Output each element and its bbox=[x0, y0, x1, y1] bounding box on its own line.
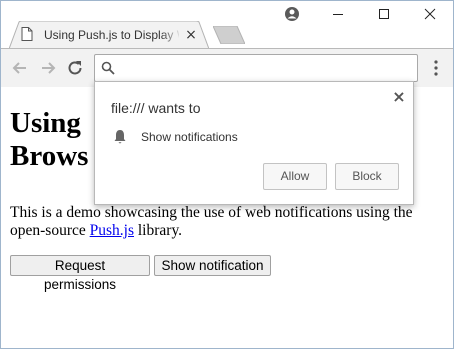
description-text: This is a demo showcasing the use of web… bbox=[10, 204, 413, 239]
profile-icon[interactable] bbox=[282, 4, 302, 24]
maximize-icon[interactable] bbox=[374, 4, 394, 24]
heading-line-1: Using bbox=[10, 107, 81, 139]
permission-label: Show notifications bbox=[141, 130, 238, 144]
document-icon bbox=[21, 27, 33, 41]
allow-button[interactable]: Allow bbox=[263, 163, 327, 190]
notification-permission-prompt: file:/// wants to × Show notifications A… bbox=[94, 81, 414, 205]
show-notification-button[interactable]: Show notification bbox=[154, 255, 271, 276]
address-input[interactable] bbox=[121, 58, 411, 78]
request-permissions-button[interactable]: Request permissions bbox=[10, 255, 150, 292]
prompt-origin-text: file:/// wants to bbox=[111, 100, 201, 116]
menu-dots-icon[interactable] bbox=[429, 59, 443, 77]
tab-close-icon[interactable]: × bbox=[184, 28, 198, 42]
page-description: This is a demo showcasing the use of web… bbox=[10, 204, 440, 240]
title-bar: Using Push.js to Display Web Notificatio… bbox=[1, 1, 453, 49]
heading-line-2: Brows bbox=[10, 140, 89, 172]
browser-window: Using Push.js to Display Web Notificatio… bbox=[0, 0, 454, 349]
bell-icon bbox=[114, 130, 126, 144]
window-close-icon[interactable] bbox=[420, 4, 440, 24]
description-text-end: library. bbox=[134, 222, 183, 239]
tab-title-fade bbox=[161, 25, 181, 45]
forward-arrow-icon[interactable] bbox=[38, 58, 58, 78]
block-button[interactable]: Block bbox=[335, 163, 399, 190]
prompt-close-icon[interactable]: × bbox=[391, 89, 407, 105]
search-icon bbox=[101, 61, 115, 75]
new-tab-button[interactable] bbox=[213, 26, 245, 44]
address-bar[interactable] bbox=[94, 54, 418, 82]
back-arrow-icon[interactable] bbox=[10, 58, 30, 78]
minimize-icon[interactable] bbox=[328, 4, 348, 24]
reload-icon[interactable] bbox=[65, 58, 85, 78]
pushjs-link[interactable]: Push.js bbox=[90, 222, 134, 239]
tab-title[interactable]: Using Push.js to Display Web Notificatio… bbox=[44, 27, 179, 43]
